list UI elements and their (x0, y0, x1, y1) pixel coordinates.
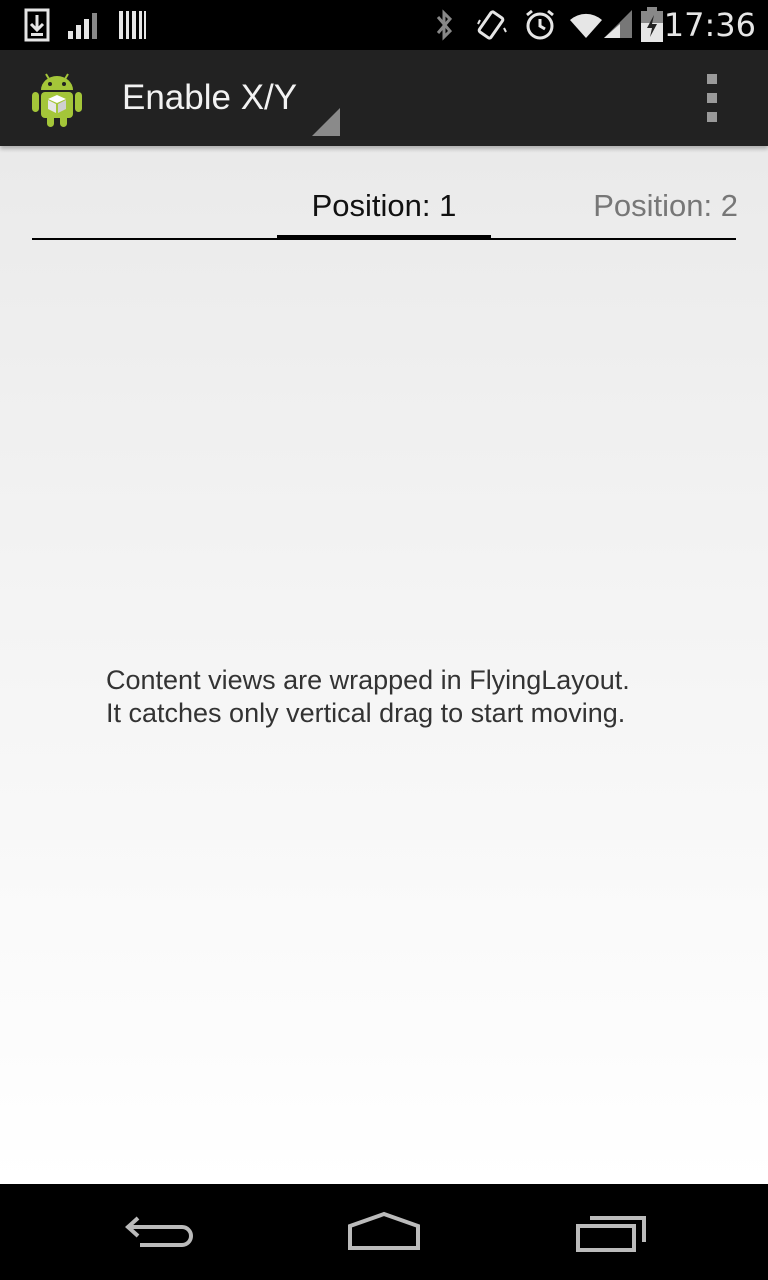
bluetooth-icon (432, 0, 456, 50)
barcode-icon (118, 0, 146, 50)
tab-strip: Position: 1 Position: 2 (32, 146, 738, 242)
action-bar: Enable X/Y (0, 50, 768, 146)
alarm-icon (524, 0, 556, 50)
status-time: 17:36 (663, 6, 756, 44)
description-line-1: Content views are wrapped in FlyingLayou… (106, 665, 630, 695)
download-icon (24, 0, 50, 50)
navigation-bar (0, 1184, 768, 1280)
spinner-arrow-icon[interactable] (312, 108, 340, 136)
status-bar: 17:36 (0, 0, 768, 50)
tab-position-1[interactable]: Position: 1 (277, 186, 491, 226)
overflow-dot (707, 112, 717, 122)
navigation-spinner-title[interactable]: Enable X/Y (122, 50, 297, 146)
vibrate-icon (476, 0, 508, 50)
android-robot-icon[interactable] (30, 68, 84, 128)
content-area[interactable]: Position: 1 Position: 2 Content views ar… (0, 146, 768, 1184)
battery-charging-icon (640, 0, 664, 50)
wifi-icon (568, 0, 604, 50)
overflow-dot (707, 74, 717, 84)
selected-tab-indicator (277, 235, 491, 240)
signal-bars-icon (68, 0, 100, 50)
cell-signal-icon (604, 0, 632, 50)
overflow-dot (707, 93, 717, 103)
description-line-2: It catches only vertical drag to start m… (106, 698, 626, 728)
home-icon[interactable] (340, 1208, 430, 1256)
tab-position-2[interactable]: Position: 2 (593, 186, 738, 226)
recent-apps-icon[interactable] (570, 1208, 660, 1256)
description-text: Content views are wrapped in FlyingLayou… (106, 664, 726, 730)
overflow-menu-icon[interactable] (696, 74, 728, 122)
back-icon[interactable] (120, 1208, 210, 1256)
